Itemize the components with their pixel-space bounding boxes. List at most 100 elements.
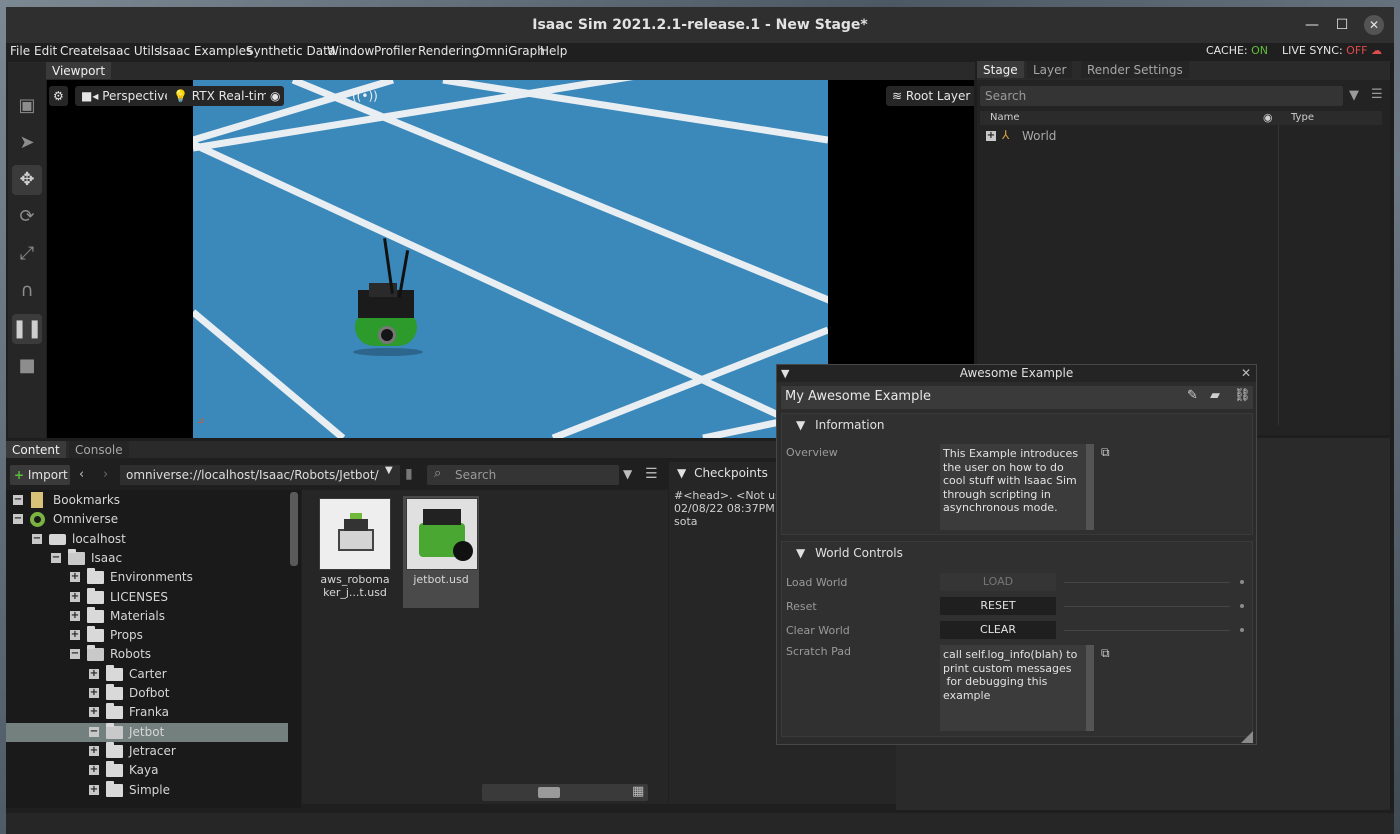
collapse-icon[interactable]: −: [89, 726, 99, 737]
copy-icon[interactable]: ⧉: [1101, 445, 1110, 460]
menu-help[interactable]: Help: [540, 44, 567, 58]
menu-rendering[interactable]: Rendering: [418, 44, 479, 58]
copy-icon[interactable]: ⧉: [1101, 646, 1110, 661]
file-label-jetbot[interactable]: jetbot.usd: [401, 573, 481, 586]
tree-item-omniverse[interactable]: − Omniverse: [6, 510, 288, 529]
close-button[interactable]: ✕: [1364, 15, 1384, 35]
expand-icon[interactable]: +: [70, 572, 80, 583]
tree-item-environments[interactable]: + Environments: [6, 568, 288, 587]
snap-magnet-icon[interactable]: ∩: [12, 276, 42, 306]
menu-isaac-examples[interactable]: Isaac Examples: [159, 44, 252, 58]
live-sync-status[interactable]: LIVE SYNC: OFF ☁: [1282, 44, 1382, 57]
tab-stage[interactable]: Stage: [977, 61, 1024, 78]
content-menu-icon[interactable]: ☰: [645, 466, 658, 482]
overview-scrollbar[interactable]: [1086, 444, 1094, 530]
menu-create[interactable]: Create: [60, 44, 100, 58]
tree-item-jetracer[interactable]: + Jetracer: [6, 741, 288, 761]
checkpoint-item[interactable]: #<head>. <Not usin 02/08/22 08:37PM sota: [674, 489, 791, 528]
collapse-icon[interactable]: ▼: [781, 365, 789, 382]
menu-file[interactable]: File: [10, 44, 30, 58]
tree-item-franka[interactable]: + Franka: [6, 703, 288, 722]
menu-synthetic-data[interactable]: Synthetic Data: [246, 44, 335, 58]
pause-icon[interactable]: ❚❚: [12, 314, 42, 344]
visibility-eye-icon[interactable]: ◉: [266, 86, 285, 106]
edit-icon[interactable]: ✎: [1187, 388, 1198, 403]
dialog-title-bar[interactable]: ▼ Awesome Example ✕: [777, 365, 1256, 382]
tree-item-simple[interactable]: + Simple: [6, 780, 288, 800]
reset-button[interactable]: RESET: [940, 597, 1056, 615]
resize-grip-icon[interactable]: [1241, 731, 1253, 743]
maximize-button[interactable]: ☐: [1332, 15, 1352, 35]
tree-item-kaya[interactable]: + Kaya: [6, 761, 288, 780]
select-mode-cube-icon[interactable]: ▣: [12, 91, 42, 121]
tab-render-settings[interactable]: Render Settings: [1081, 61, 1189, 78]
path-input[interactable]: omniverse://localhost/Isaac/Robots/Jetbo…: [120, 465, 400, 485]
expand-icon[interactable]: +: [70, 630, 80, 641]
expand-icon[interactable]: +: [986, 131, 996, 141]
root-layer-selector[interactable]: ≋ Root Layer: [886, 86, 974, 106]
clear-button[interactable]: CLEAR: [940, 621, 1056, 639]
menu-edit[interactable]: Edit: [34, 44, 57, 58]
scene-render[interactable]: [193, 80, 828, 438]
expand-icon[interactable]: +: [70, 610, 80, 621]
menu-window[interactable]: Window: [327, 44, 374, 58]
expand-icon[interactable]: +: [89, 688, 99, 698]
collapse-icon[interactable]: −: [70, 649, 80, 660]
expand-icon[interactable]: +: [89, 765, 99, 776]
dialog-close-icon[interactable]: ✕: [1241, 365, 1251, 382]
stop-icon[interactable]: ■: [12, 351, 42, 381]
tab-console[interactable]: Console: [69, 441, 129, 458]
folder-open-icon[interactable]: ▰: [1210, 388, 1220, 403]
expand-icon[interactable]: +: [89, 668, 99, 679]
tree-scrollbar[interactable]: [290, 492, 298, 566]
stage-search-input[interactable]: Search: [980, 86, 1343, 106]
tree-item-dofbot[interactable]: + Dofbot: [6, 684, 288, 703]
link-icon[interactable]: ⛓: [1234, 388, 1251, 403]
file-thumbnail-jetbot[interactable]: [406, 498, 478, 570]
grid-view-icon[interactable]: ▦: [632, 784, 644, 799]
move-icon[interactable]: ✥: [12, 165, 42, 195]
thumbnail-size-slider[interactable]: [482, 784, 648, 801]
tree-item-props[interactable]: + Props: [6, 626, 288, 645]
tree-item-bookmarks[interactable]: − Bookmarks: [6, 491, 288, 510]
collapse-icon[interactable]: −: [32, 533, 42, 544]
load-button[interactable]: LOAD: [940, 573, 1056, 591]
menu-profiler[interactable]: Profiler: [374, 44, 416, 58]
slider-handle[interactable]: [538, 787, 560, 798]
tab-layer[interactable]: Layer: [1027, 61, 1073, 78]
expand-icon[interactable]: +: [89, 745, 99, 756]
tree-item-carter[interactable]: + Carter: [6, 664, 288, 684]
expand-icon[interactable]: +: [70, 591, 80, 602]
viewport-settings-gear-icon[interactable]: ⚙: [49, 86, 68, 106]
scratch-pad-scrollbar[interactable]: [1086, 645, 1094, 731]
minimize-button[interactable]: —: [1302, 15, 1322, 35]
scratch-pad-text[interactable]: call self.log_info(blah) to print custom…: [940, 645, 1086, 731]
filter-icon[interactable]: ▼: [1349, 88, 1359, 103]
renderer-selector[interactable]: 💡 RTX Real-time: [167, 86, 282, 106]
expand-icon[interactable]: +: [89, 784, 99, 795]
scale-icon[interactable]: ⤢: [12, 239, 42, 269]
rotate-icon[interactable]: ⟳: [12, 202, 42, 232]
bookmark-add-icon[interactable]: ▮: [405, 466, 419, 484]
information-header[interactable]: ▼ Information: [796, 418, 885, 432]
content-search-input[interactable]: Search: [427, 465, 619, 485]
collapse-icon[interactable]: −: [51, 552, 61, 563]
collapse-icon[interactable]: −: [13, 495, 23, 505]
camera-selector[interactable]: ■◂ Perspective: [75, 86, 178, 106]
tree-item-materials[interactable]: + Materials: [6, 606, 288, 626]
menu-isaac-utils[interactable]: Isaac Utils: [99, 44, 160, 58]
menu-omnigraph[interactable]: OmniGraph: [476, 44, 545, 58]
expand-icon[interactable]: +: [89, 707, 99, 718]
tree-item-isaac[interactable]: − Isaac: [6, 548, 288, 568]
import-button[interactable]: + Import: [10, 465, 70, 485]
file-label-aws[interactable]: aws_roboma ker_j...t.usd: [315, 573, 395, 599]
file-thumbnail-aws[interactable]: [319, 498, 391, 570]
tree-item-licenses[interactable]: + LICENSES: [6, 587, 288, 607]
tab-content[interactable]: Content: [6, 441, 66, 458]
menu-icon[interactable]: ☰: [1371, 87, 1383, 102]
path-dropdown-icon[interactable]: ▼: [385, 465, 393, 476]
checkpoints-header[interactable]: ▼ Checkpoints: [677, 466, 768, 480]
tree-item-localhost[interactable]: − localhost: [6, 530, 288, 549]
forward-arrow-icon[interactable]: ›: [103, 467, 108, 482]
collapse-icon[interactable]: −: [13, 514, 23, 525]
